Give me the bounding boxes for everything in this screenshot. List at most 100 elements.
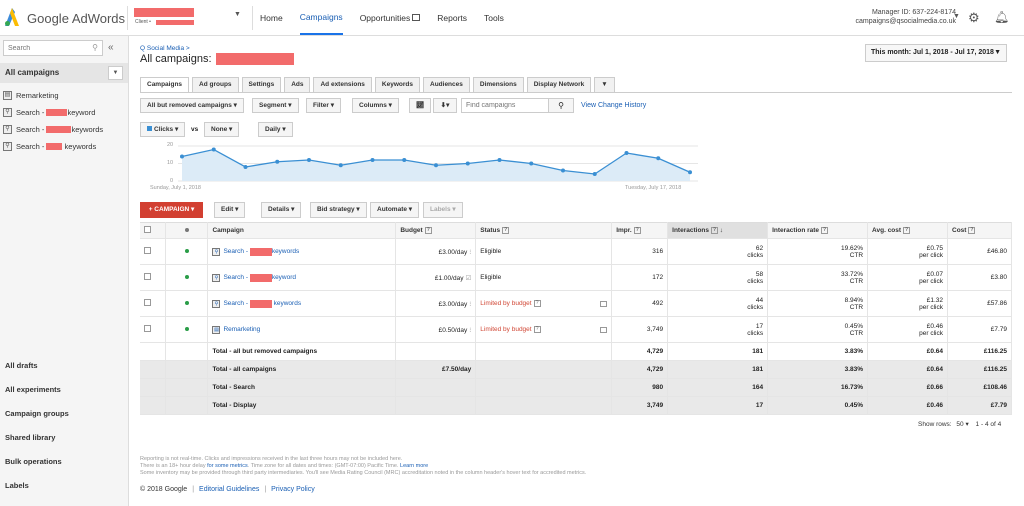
help-icon[interactable]: ? xyxy=(533,325,541,333)
help-icon[interactable]: ? xyxy=(903,226,911,234)
data-point[interactable] xyxy=(402,158,407,162)
data-point[interactable] xyxy=(434,163,438,168)
data-point[interactable] xyxy=(275,159,280,164)
breadcrumb[interactable]: Q Social Media > xyxy=(140,45,190,52)
client-selector[interactable]: Client • ▼ xyxy=(134,7,244,27)
edit-dropdown[interactable]: Edit ▾ xyxy=(214,202,246,218)
chevron-down-icon[interactable]: ▼ xyxy=(953,13,960,20)
nav-tools[interactable]: Tools xyxy=(484,0,504,35)
learn-more-link[interactable]: Learn more xyxy=(400,463,428,469)
sidebar-shared-library[interactable]: Shared library xyxy=(5,433,125,457)
col-avg-cost[interactable]: Avg. cost? xyxy=(867,222,948,239)
data-point[interactable] xyxy=(624,151,629,155)
labels-dropdown[interactable]: Labels ▾ xyxy=(423,202,463,218)
edit-budget-icon[interactable]: ⁝ xyxy=(469,249,471,256)
help-icon[interactable]: ? xyxy=(502,226,510,234)
col-campaign[interactable]: Campaign xyxy=(207,222,397,239)
help-icon[interactable]: ? xyxy=(633,226,641,234)
data-point[interactable] xyxy=(561,168,565,173)
enabled-status-icon[interactable] xyxy=(184,327,189,331)
tab-display-network[interactable]: Display Network xyxy=(526,77,592,93)
show-rows-select[interactable]: 50 ▾ xyxy=(956,421,968,428)
sidebar-all-experiments[interactable]: All experiments xyxy=(5,385,125,409)
nav-campaigns[interactable]: Campaigns xyxy=(299,0,343,35)
row-checkbox[interactable] xyxy=(144,247,151,254)
budget-cell[interactable]: £1.00/day ☑ xyxy=(395,264,477,291)
metric1-dropdown[interactable]: Clicks ▾ xyxy=(140,122,186,137)
sidebar-item-search-2[interactable]: ⚲ Search - keywords xyxy=(3,121,127,138)
edit-budget-icon[interactable]: ⁝ xyxy=(469,327,471,334)
data-point[interactable] xyxy=(656,156,661,161)
period-dropdown[interactable]: Daily ▾ xyxy=(258,122,293,137)
privacy-policy-link[interactable]: Privacy Policy xyxy=(271,486,315,493)
enabled-status-icon[interactable] xyxy=(184,275,189,279)
sidebar-item-search-3[interactable]: ⚲ Search - keywords xyxy=(3,138,127,155)
sidebar-search-input[interactable] xyxy=(4,41,88,55)
data-point[interactable] xyxy=(497,158,502,162)
chart-icon[interactable] xyxy=(600,300,608,307)
data-point[interactable] xyxy=(529,161,534,166)
account-info[interactable]: Manager ID: 637-224-8174 campaigns@qsoci… xyxy=(856,8,957,26)
automate-dropdown[interactable]: Automate ▾ xyxy=(370,202,420,218)
data-point[interactable] xyxy=(211,147,216,152)
search-icon[interactable]: ⚲ xyxy=(92,43,98,52)
sidebar-campaign-groups[interactable]: Campaign groups xyxy=(5,409,125,433)
chart-icon[interactable] xyxy=(600,326,608,333)
bell-icon[interactable]: 🔔︎ xyxy=(994,10,1009,24)
campaign-link[interactable]: ⚲ Search - keywords xyxy=(212,247,391,256)
metric2-dropdown[interactable]: None ▾ xyxy=(204,122,240,137)
tab-ad-extensions[interactable]: Ad extensions xyxy=(313,77,372,93)
help-icon[interactable]: ? xyxy=(968,226,976,234)
edit-budget-icon[interactable]: ⁝ xyxy=(469,301,471,308)
help-icon[interactable]: ? xyxy=(711,226,718,234)
search-icon[interactable]: ⚲ xyxy=(548,98,574,113)
nav-reports[interactable]: Reports xyxy=(437,0,467,35)
date-range-selector[interactable]: This month: Jul 1, 2018 - Jul 17, 2018 ▼ xyxy=(865,44,1007,62)
campaign-link[interactable]: ▤ Remarketing xyxy=(212,325,391,334)
col-budget[interactable]: Budget? xyxy=(395,222,477,239)
tab-dimensions[interactable]: Dimensions xyxy=(472,77,524,93)
edit-budget-icon[interactable]: ☑ xyxy=(465,275,471,282)
row-checkbox[interactable] xyxy=(144,325,151,332)
view-filter-dropdown[interactable]: All but removed campaigns ▾ xyxy=(140,98,244,113)
nav-opportunities[interactable]: Opportunities xyxy=(360,0,421,35)
help-icon[interactable]: ? xyxy=(821,226,829,234)
chart-toggle-icon[interactable]: 📈︎ xyxy=(409,98,431,113)
tab-campaigns[interactable]: Campaigns xyxy=(140,77,190,93)
adwords-logo[interactable]: Google AdWords xyxy=(5,8,125,28)
details-dropdown[interactable]: Details ▾ xyxy=(261,202,302,218)
view-change-history-link[interactable]: View Change History xyxy=(581,102,646,109)
filter-dropdown[interactable]: Filter ▾ xyxy=(306,98,341,113)
sidebar-all-campaigns[interactable]: All campaigns ▼ xyxy=(0,63,128,83)
enabled-status-icon[interactable] xyxy=(184,249,189,253)
select-all-checkbox[interactable] xyxy=(140,222,167,239)
sidebar-bulk-operations[interactable]: Bulk operations xyxy=(5,457,125,481)
col-interactions[interactable]: Interactions? ↓ xyxy=(667,222,769,239)
col-cost[interactable]: Cost? xyxy=(947,222,1012,239)
editorial-guidelines-link[interactable]: Editorial Guidelines xyxy=(199,486,259,493)
tab-ads[interactable]: Ads xyxy=(284,77,311,93)
col-status[interactable]: Status? xyxy=(475,222,613,239)
campaign-link[interactable]: ⚲ Search - keywords xyxy=(212,299,391,308)
tab-settings[interactable]: Settings xyxy=(241,77,282,93)
data-point[interactable] xyxy=(307,158,311,162)
some-metrics-link[interactable]: for some metrics xyxy=(207,463,248,469)
col-interaction-rate[interactable]: Interaction rate? xyxy=(767,222,869,239)
row-checkbox[interactable] xyxy=(144,273,151,280)
checkbox[interactable] xyxy=(144,226,151,233)
tab-more[interactable]: ▼ xyxy=(594,77,615,93)
enabled-status-icon[interactable] xyxy=(184,301,189,305)
budget-cell[interactable]: £0.50/day ⁝ xyxy=(395,316,477,343)
row-checkbox[interactable] xyxy=(144,299,151,306)
data-point[interactable] xyxy=(465,161,470,166)
download-icon[interactable]: ⬇▾ xyxy=(433,98,457,113)
find-campaigns-input[interactable] xyxy=(462,99,548,112)
data-point[interactable] xyxy=(592,172,597,176)
help-icon[interactable]: ? xyxy=(533,299,541,307)
bid-strategy-dropdown[interactable]: Bid strategy ▾ xyxy=(310,202,367,218)
data-point[interactable] xyxy=(688,170,692,175)
add-campaign-button[interactable]: + CAMPAIGN ▾ xyxy=(140,202,203,218)
sidebar-item-search-1[interactable]: ⚲ Search - keyword xyxy=(3,104,127,121)
nav-home[interactable]: Home xyxy=(260,0,283,35)
data-point[interactable] xyxy=(370,158,375,162)
